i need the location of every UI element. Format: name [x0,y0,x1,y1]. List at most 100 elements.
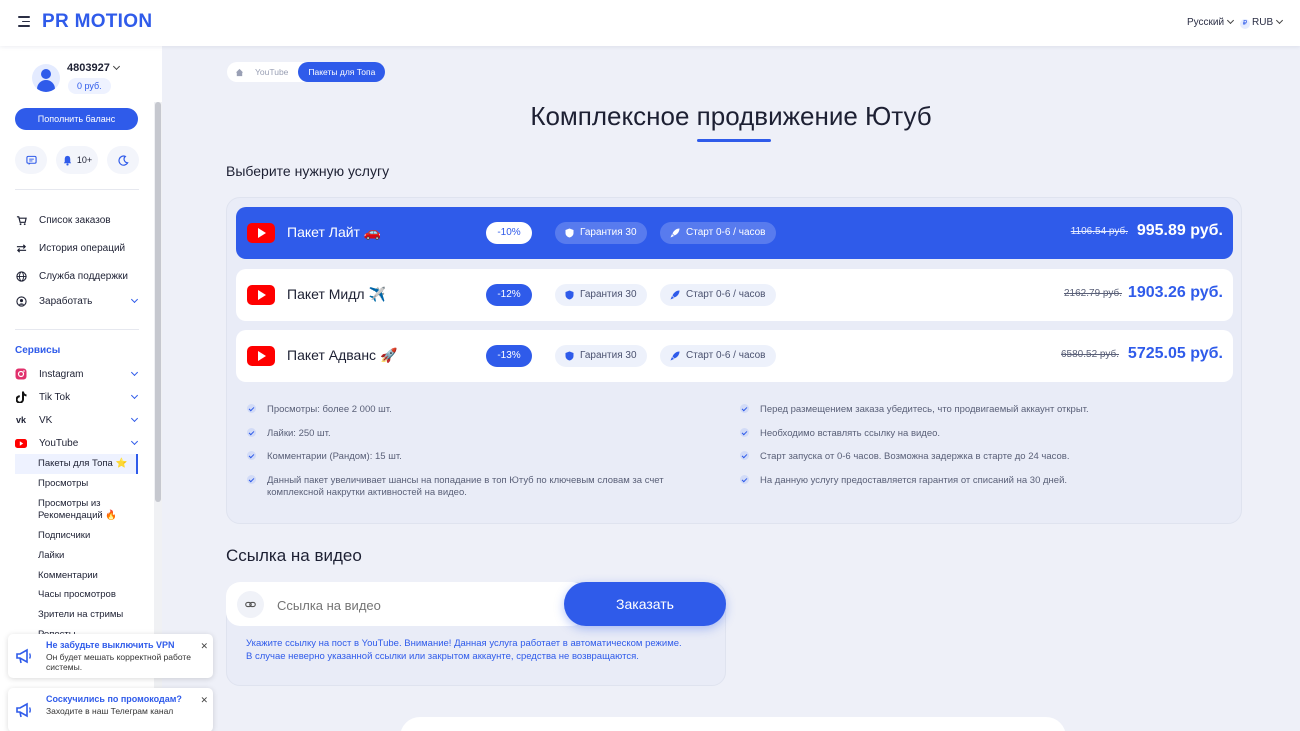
notifications-button[interactable]: 10+ [56,146,98,174]
package-price: 5725.05 руб. [1127,345,1223,362]
sidebar-item-label: YouTube [39,437,79,449]
breadcrumb-parent[interactable]: YouTube [251,67,298,77]
start-label: Старт 0-6 / часов [686,289,766,300]
guarantee-chip: Гарантия 30 [555,222,647,244]
feature-text: Старт запуска от 0-6 часов. Возможна зад… [760,451,1070,462]
feature-item: Комментарии (Рандом): 15 шт. [247,451,697,463]
sidebar-item-vk[interactable]: vk VK [15,411,139,429]
sidebar-item-label: Tik Tok [39,391,71,403]
toast-title: Не забудьте выключить VPN [46,640,175,650]
sidebar-sub-comments[interactable]: Комментарии [38,570,98,582]
rocket-icon [670,290,680,300]
user-id[interactable]: 4803927 [67,62,120,74]
bottom-card [400,717,1066,731]
package-row-lite[interactable]: Пакет Лайт 🚗 -10% Гарантия 30 Старт 0-6 … [236,207,1233,259]
sidebar-item-youtube[interactable]: YouTube [15,434,139,452]
sidebar-sub-stream-viewers[interactable]: Зрители на стримы [38,609,123,621]
start-label: Старт 0-6 / часов [686,350,766,361]
link-note: Укажите ссылку на пост в YouTube. Вниман… [246,638,682,662]
notifications-count: 10+ [76,155,93,165]
user-id-label: 4803927 [67,62,110,74]
old-price: 6580.52 руб. [1061,349,1119,360]
feature-item: Старт запуска от 0-6 часов. Возможна зад… [740,451,1230,463]
sidebar-item-tiktok[interactable]: Tik Tok [15,388,139,406]
sidebar-sub-recommended-views[interactable]: Просмотры из Рекомендаций 🔥 [38,498,128,522]
feature-text: Просмотры: более 2 000 шт. [267,404,392,415]
sidebar-sub-views[interactable]: Просмотры [38,478,88,490]
sidebar-item-instagram[interactable]: Instagram [15,365,139,383]
package-name: Пакет Мидл ✈️ [287,286,386,302]
feature-item: Просмотры: более 2 000 шт. [247,404,697,416]
guarantee-chip: Гарантия 30 [555,284,647,306]
ruble-icon: ₽ [1240,19,1250,29]
feature-text: Данный пакет увеличивает шансы на попада… [267,475,664,498]
feature-text: На данную услугу предоставляется гаранти… [760,475,1068,486]
top-bar: PR MOTION Русский ₽ RUB [0,0,1300,46]
package-price: 1903.26 руб. [1127,284,1223,301]
start-chip: Старт 0-6 / часов [660,284,776,306]
chat-button[interactable] [15,146,47,174]
chevron-down-icon [130,295,139,304]
sidebar: 4803927 0 руб. Пополнить баланс 10+ Спис… [0,46,162,731]
video-link-input[interactable] [277,597,557,613]
check-icon [247,475,256,484]
chevron-down-icon [112,62,120,71]
toast-promo: Соскучились по промокодам? Заходите в на… [8,688,213,731]
feature-text: Комментарии (Рандом): 15 шт. [267,451,402,462]
sidebar-item-label: Служба поддержки [39,270,129,282]
shield-icon [565,228,574,238]
check-icon [740,475,749,484]
sidebar-sub-subscribers[interactable]: Подписчики [38,530,90,542]
toast-text: Он будет мешать корректной работе систем… [46,652,191,672]
sidebar-item-history[interactable]: История операций [15,239,139,257]
currency-select[interactable]: ₽ RUB [1240,16,1284,29]
logo[interactable]: PR MOTION [42,11,152,33]
feature-text: Лайки: 250 шт. [267,428,331,439]
sidebar-item-orders[interactable]: Список заказов [15,211,139,229]
package-name: Пакет Лайт 🚗 [287,224,382,240]
chevron-down-icon [130,368,139,377]
theme-toggle-button[interactable] [107,146,139,174]
globe-icon [15,270,27,282]
package-price: 995.89 руб. [1136,222,1223,239]
tiktok-icon [15,391,27,403]
close-icon[interactable]: ✕ [200,641,208,652]
guarantee-label: Гарантия 30 [580,289,637,300]
guarantee-label: Гарантия 30 [580,350,637,361]
user-circle-icon [15,295,27,307]
chat-icon [25,155,37,165]
section-title-link: Ссылка на видео [226,546,362,565]
package-row-middle[interactable]: Пакет Мидл ✈️ -12% Гарантия 30 Старт 0-6… [236,269,1233,321]
toast-vpn: Не забудьте выключить VPN Он будет мешат… [8,634,213,678]
topup-button[interactable]: Пополнить баланс [15,108,138,130]
title-underline [697,139,771,142]
section-title-choose: Выберите нужную услугу [226,163,390,179]
language-select[interactable]: Русский [1187,16,1235,28]
sidebar-sub-watch-hours[interactable]: Часы просмотров [38,589,116,601]
sidebar-item-earn[interactable]: Заработать [15,292,139,310]
sidebar-item-label: Instagram [39,368,84,380]
package-row-advance[interactable]: Пакет Адванс 🚀 -13% Гарантия 30 Старт 0-… [236,330,1233,382]
check-icon [740,404,749,413]
avatar[interactable] [32,64,60,92]
feature-text: Необходимо вставлять ссылку на видео. [760,428,941,439]
scrollbar-thumb[interactable] [155,102,161,502]
sidebar-item-label: Заработать [39,295,93,307]
discount-badge: -13% [486,345,532,367]
toast-title: Соскучились по промокодам? [46,694,182,704]
transfer-icon [15,242,27,254]
sidebar-sub-top-packages[interactable]: Пакеты для Топа ⭐ [38,458,127,470]
megaphone-icon [16,702,31,718]
sidebar-item-support[interactable]: Служба поддержки [15,267,139,285]
feature-item: На данную услугу предоставляется гаранти… [740,475,1230,487]
sidebar-sub-likes[interactable]: Лайки [38,550,64,562]
close-icon[interactable]: ✕ [200,695,208,706]
start-chip: Старт 0-6 / часов [660,345,776,367]
chevron-down-icon [130,391,139,400]
menu-toggle-icon[interactable] [18,16,32,28]
home-icon[interactable] [227,62,251,82]
old-price: 2162.79 руб. [1064,288,1122,299]
order-button[interactable]: Заказать [564,582,726,626]
discount-badge: -12% [486,284,532,306]
sidebar-item-label: VK [39,414,53,426]
